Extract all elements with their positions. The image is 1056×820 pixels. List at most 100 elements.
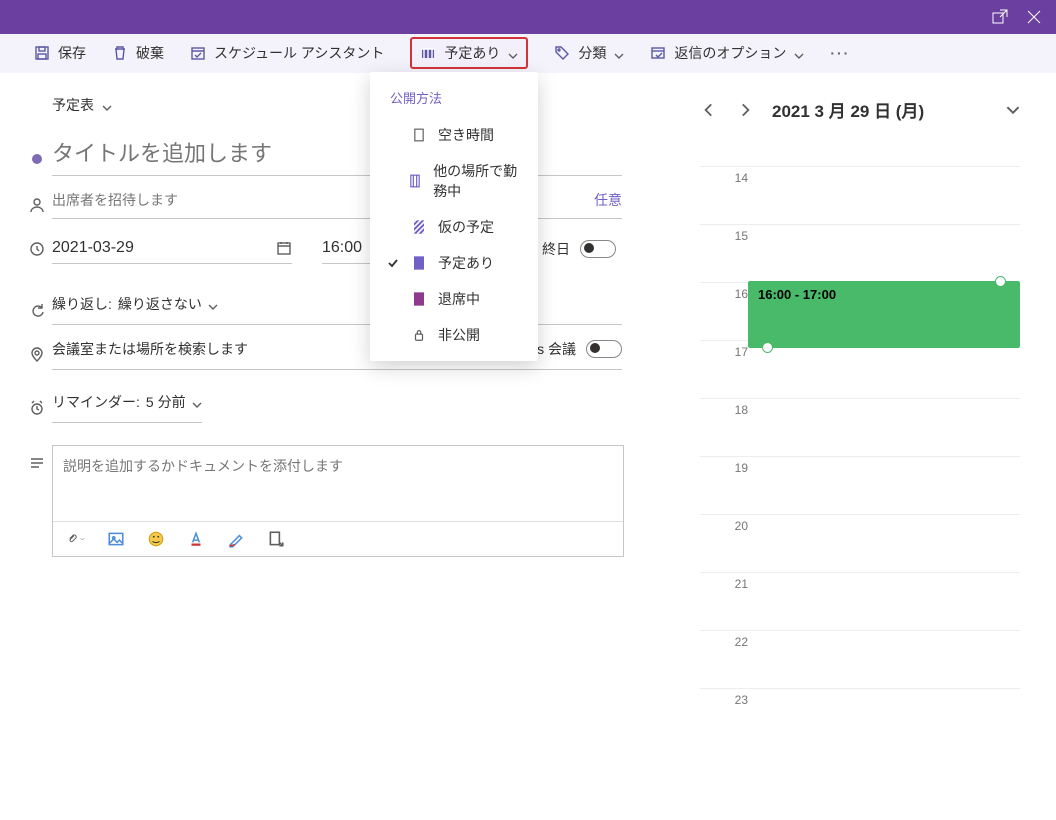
insert-icon[interactable] <box>267 530 285 548</box>
event-time-label: 16:00 - 17:00 <box>758 287 836 302</box>
hour-label: 20 <box>700 515 758 572</box>
attendees-placeholder: 出席者を招待します <box>52 190 178 210</box>
font-color-icon[interactable] <box>187 530 205 548</box>
emoji-icon[interactable] <box>147 530 165 548</box>
start-date-value: 2021-03-29 <box>52 239 134 257</box>
status-swatch-icon <box>412 128 426 142</box>
busy-status-button[interactable]: 予定あり <box>410 37 528 69</box>
show-as-option[interactable]: 空き時間 <box>370 117 538 153</box>
categorize-label: 分類 <box>578 43 606 63</box>
scheduling-assistant-button[interactable]: スケジュール アシスタント <box>190 43 384 63</box>
picture-icon[interactable] <box>107 530 125 548</box>
option-label: 非公開 <box>438 325 480 345</box>
categorize-button[interactable]: 分類 <box>554 43 624 63</box>
option-label: 空き時間 <box>438 125 494 145</box>
hour-label: 23 <box>700 689 758 746</box>
status-swatch-icon <box>410 174 422 188</box>
start-date-input[interactable]: 2021-03-29 <box>52 233 292 264</box>
hour-label: 22 <box>700 631 758 688</box>
ellipsis-icon: ··· <box>830 45 850 61</box>
prev-day-button[interactable] <box>700 101 718 119</box>
location-input[interactable]: 会議室または場所を検索します <box>52 339 248 359</box>
calendar-check-icon <box>190 45 206 61</box>
hour-row[interactable]: 23 <box>700 688 1020 746</box>
scheduling-assistant-label: スケジュール アシスタント <box>214 43 384 63</box>
allday-label: 終日 <box>542 239 570 259</box>
description-placeholder: 説明を追加するかドキュメントを添付します <box>63 456 343 476</box>
next-day-button[interactable] <box>736 101 754 119</box>
status-swatch-icon <box>412 256 426 270</box>
hour-row[interactable]: 22 <box>700 630 1020 688</box>
chevron-down-icon[interactable] <box>1006 103 1020 117</box>
dropdown-header: 公開方法 <box>370 84 538 117</box>
reminder-picker[interactable]: リマインダー: 5 分前 <box>52 392 202 423</box>
calendar-picker-label: 予定表 <box>52 95 94 115</box>
show-as-option[interactable]: 非公開 <box>370 317 538 353</box>
day-date-label: 2021 3 月 29 日 (月) <box>772 97 988 122</box>
resize-handle-top[interactable] <box>995 276 1006 287</box>
attach-icon[interactable] <box>67 530 85 548</box>
status-swatch-icon <box>412 328 426 342</box>
chevron-down-icon <box>614 48 624 58</box>
chevron-down-icon <box>794 48 804 58</box>
reminder-icon <box>22 400 52 416</box>
option-label: 退席中 <box>438 289 480 309</box>
popout-icon[interactable] <box>992 9 1008 25</box>
option-label: 予定あり <box>438 253 494 273</box>
hour-label: 14 <box>700 167 758 224</box>
save-icon <box>34 45 50 61</box>
hour-label: 15 <box>700 225 758 282</box>
discard-button[interactable]: 破棄 <box>112 43 164 63</box>
show-as-option[interactable]: 他の場所で勤務中 <box>370 153 538 209</box>
teams-meeting-toggle[interactable] <box>586 340 622 358</box>
hour-row[interactable]: 14 <box>700 166 1020 224</box>
location-icon <box>22 347 52 363</box>
calendar-event-block[interactable]: 16:00 - 17:00 <box>748 281 1020 348</box>
optional-attendees-link[interactable]: 任意 <box>594 190 622 210</box>
response-options-label: 返信のオプション <box>674 43 786 63</box>
event-form: 予定表 出席者を招待します 任意 2021-03-29 <box>0 73 700 820</box>
more-button[interactable]: ··· <box>830 45 850 61</box>
status-swatch-icon <box>412 292 426 306</box>
response-options-button[interactable]: 返信のオプション <box>650 43 804 63</box>
calendar-picker[interactable]: 予定表 <box>22 95 700 115</box>
day-calendar: 2021 3 月 29 日 (月) 14151617181920212223 1… <box>700 73 1056 820</box>
allday-toggle[interactable] <box>580 240 616 258</box>
save-label: 保存 <box>58 43 86 63</box>
chevron-down-icon <box>102 100 112 110</box>
hour-row[interactable]: 15 <box>700 224 1020 282</box>
trash-icon <box>112 45 128 61</box>
show-as-dropdown: 公開方法 空き時間他の場所で勤務中仮の予定予定あり退席中非公開 <box>370 72 538 361</box>
show-as-option[interactable]: 仮の予定 <box>370 209 538 245</box>
save-button[interactable]: 保存 <box>34 43 86 63</box>
discard-label: 破棄 <box>136 43 164 63</box>
hour-row[interactable]: 20 <box>700 514 1020 572</box>
hour-row[interactable]: 17 <box>700 340 1020 398</box>
show-as-option[interactable]: 予定あり <box>370 245 538 281</box>
option-label: 仮の予定 <box>438 217 494 237</box>
chevron-down-icon <box>192 397 202 407</box>
busy-label: 予定あり <box>444 43 500 63</box>
tag-icon <box>554 45 570 61</box>
status-swatch-icon <box>412 220 426 234</box>
description-icon <box>22 445 52 471</box>
show-as-option[interactable]: 退席中 <box>370 281 538 317</box>
option-label: 他の場所で勤務中 <box>433 161 526 201</box>
editor-toolbar <box>53 521 623 556</box>
hour-row[interactable]: 18 <box>700 398 1020 456</box>
busy-icon <box>420 45 436 61</box>
close-icon[interactable] <box>1026 9 1042 25</box>
chevron-down-icon <box>508 48 518 58</box>
hour-row[interactable]: 21 <box>700 572 1020 630</box>
reply-options-icon <box>650 45 666 61</box>
resize-handle-bottom[interactable] <box>762 342 773 353</box>
start-time-value: 16:00 <box>322 239 362 257</box>
hour-label: 18 <box>700 399 758 456</box>
hour-label: 19 <box>700 457 758 514</box>
hour-row[interactable]: 19 <box>700 456 1020 514</box>
clock-icon <box>22 241 52 257</box>
time-grid[interactable]: 14151617181920212223 16:00 - 17:00 <box>700 166 1020 746</box>
ink-icon[interactable] <box>227 530 245 548</box>
description-editor[interactable]: 説明を追加するかドキュメントを添付します <box>52 445 624 557</box>
hour-label: 21 <box>700 573 758 630</box>
